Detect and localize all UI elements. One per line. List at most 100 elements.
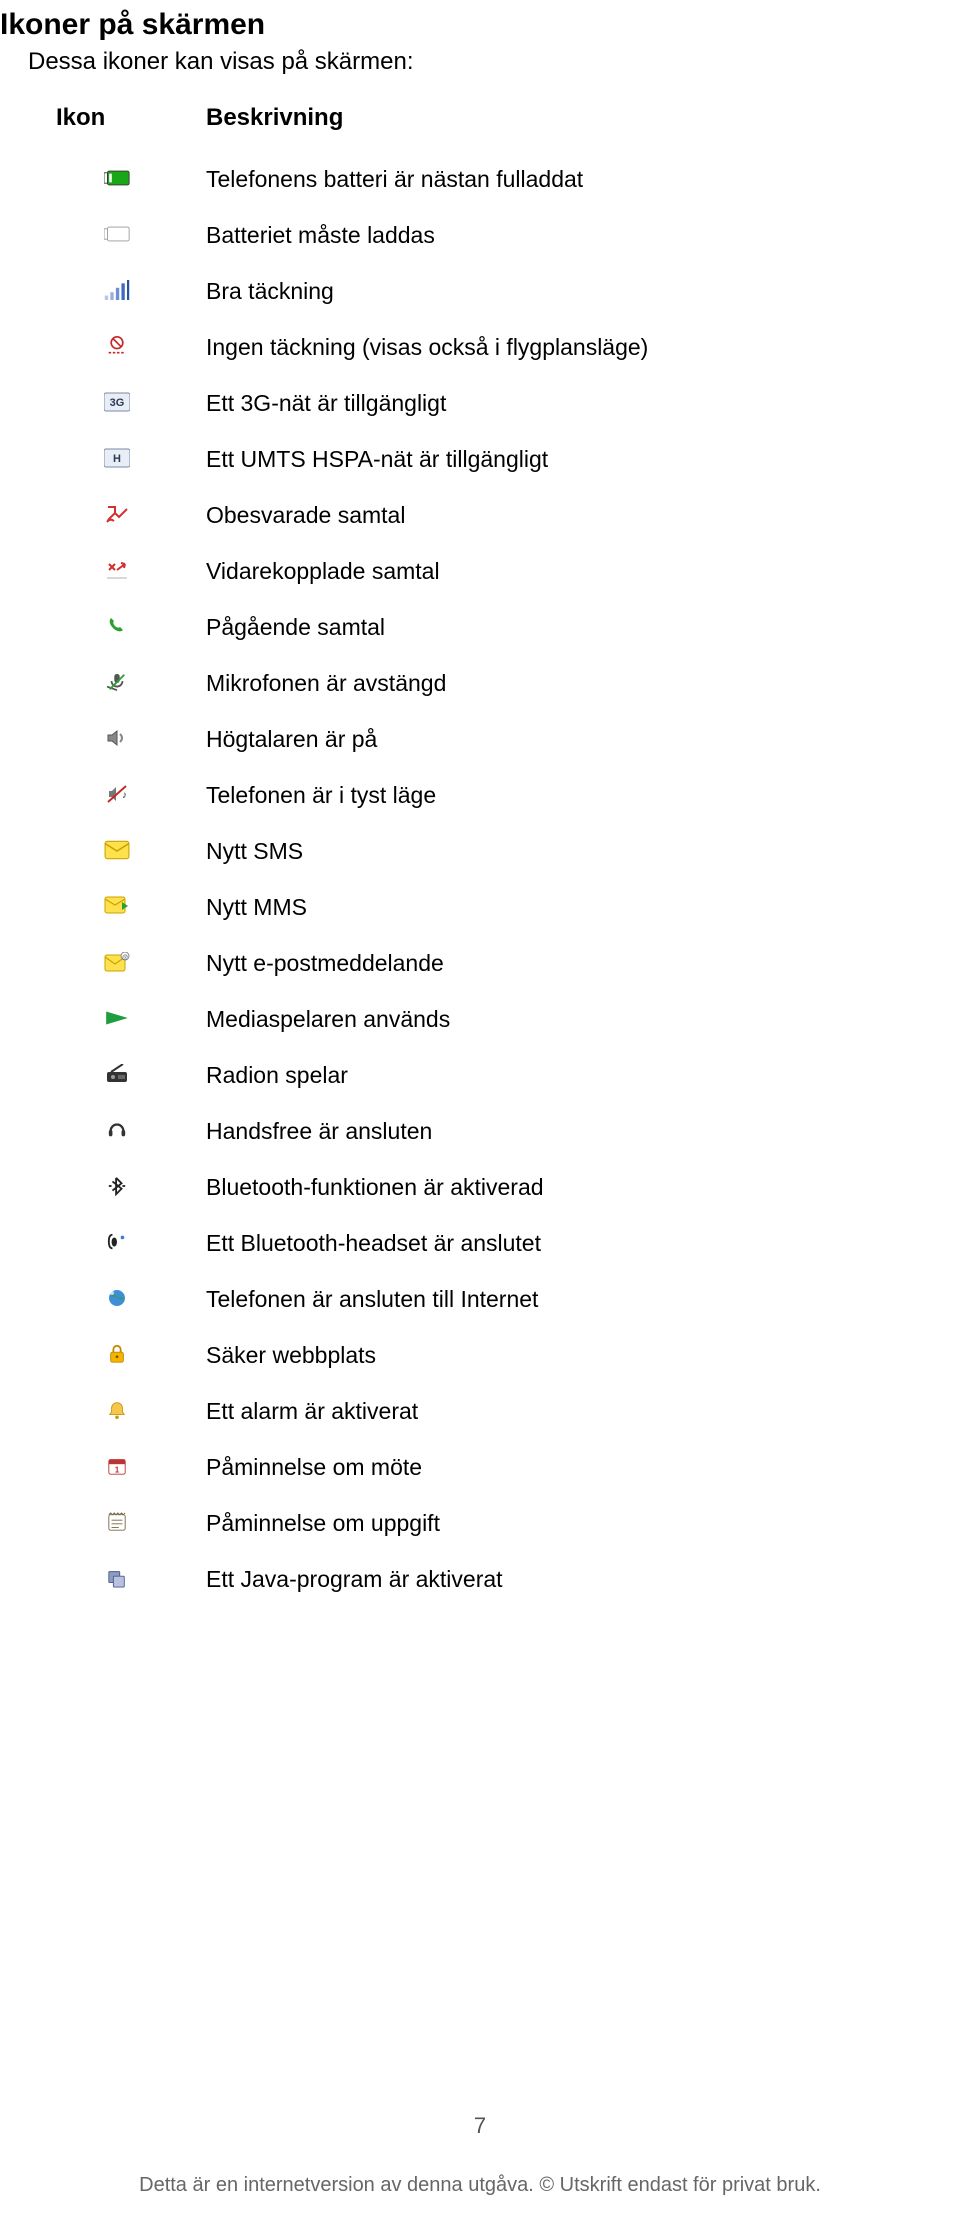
sms-icon [104,840,130,860]
desc-cell: Påminnelse om möte [206,1452,876,1483]
table-row: Mikrofonen är avstängd [56,660,876,708]
battery-full-icon [104,168,130,188]
task-alert-icon [104,1512,130,1532]
icon-cell [56,1064,206,1089]
desc-cell: Ett UMTS HSPA-nät är tillgängligt [206,444,876,475]
radio-icon [104,1064,130,1084]
icon-cell [56,952,206,977]
footer-note: Detta är en internetversion av denna utg… [0,2174,960,2197]
bluetooth-on-icon [104,1176,130,1196]
icon-cell [56,224,206,249]
desc-cell: Telefonen är ansluten till Internet [206,1284,876,1315]
table-row: Högtalaren är på [56,716,876,764]
icon-cell [56,1512,206,1537]
icon-cell [56,1176,206,1201]
icon-cell [56,1568,206,1593]
table-row: Ett Java-program är aktiverat [56,1556,876,1604]
desc-cell: Nytt SMS [206,836,876,867]
icon-cell [56,1120,206,1145]
icon-cell [56,616,206,641]
desc-cell: Ett Bluetooth-headset är anslutet [206,1228,876,1259]
calendar-alert-icon [104,1456,130,1476]
table-row: Bluetooth-funktionen är aktiverad [56,1164,876,1212]
icon-cell [56,504,206,529]
table-row: Nytt SMS [56,828,876,876]
badge-h-icon [104,448,130,468]
mic-muted-icon [104,672,130,692]
table-row: Säker webbplats [56,1332,876,1380]
table-row: Ett Bluetooth-headset är anslutet [56,1220,876,1268]
icon-cell [56,392,206,417]
icon-cell [56,280,206,305]
table-row: Ett UMTS HSPA-nät är tillgängligt [56,436,876,484]
icon-cell [56,1232,206,1257]
intro-text: Dessa ikoner kan visas på skärmen: [28,48,960,76]
table-row: Telefonens batteri är nästan fulladdat [56,156,876,204]
desc-cell: Batteriet måste laddas [206,220,876,251]
table-row: Pågående samtal [56,604,876,652]
table-row: Mediaspelaren används [56,996,876,1044]
forwarded-call-icon [104,560,130,580]
desc-cell: Bluetooth-funktionen är aktiverad [206,1172,876,1203]
speaker-icon [104,728,130,748]
icon-cell [56,1344,206,1369]
table-row: Ett 3G-nät är tillgängligt [56,380,876,428]
icon-cell [56,672,206,697]
desc-cell: Ett 3G-nät är tillgängligt [206,388,876,419]
table-row: Nytt MMS [56,884,876,932]
table-row: Ett alarm är aktiverat [56,1388,876,1436]
desc-cell: Högtalaren är på [206,724,876,755]
table-row: Telefonen är ansluten till Internet [56,1276,876,1324]
table-row: Radion spelar [56,1052,876,1100]
desc-cell: Handsfree är ansluten [206,1116,876,1147]
page-number: 7 [0,2113,960,2139]
desc-cell: Ett Java-program är aktiverat [206,1564,876,1595]
battery-empty-icon [104,224,130,244]
table-row: Handsfree är ansluten [56,1108,876,1156]
desc-cell: Nytt MMS [206,892,876,923]
col-header-desc: Beskrivning [206,104,876,132]
table-row: Nytt e-postmeddelande [56,940,876,988]
table-row: Påminnelse om uppgift [56,1500,876,1548]
mms-icon [104,896,130,916]
email-icon [104,952,130,972]
signal-bars-icon [104,280,130,300]
table-row: Bra täckning [56,268,876,316]
table-row: Ingen täckning (visas också i flygplansl… [56,324,876,372]
icon-cell [56,840,206,865]
table-row: Batteriet måste laddas [56,212,876,260]
table-row: Telefonen är i tyst läge [56,772,876,820]
table-row: Obesvarade samtal [56,492,876,540]
icon-cell [56,560,206,585]
desc-cell: Ingen täckning (visas också i flygplansl… [206,332,876,363]
icon-cell [56,896,206,921]
table-row: Påminnelse om möte [56,1444,876,1492]
icons-table: Ikon Beskrivning Telefonens batteri är n… [56,104,876,1604]
icon-cell [56,1400,206,1425]
desc-cell: Radion spelar [206,1060,876,1091]
java-app-icon [104,1568,130,1588]
desc-cell: Obesvarade samtal [206,500,876,531]
desc-cell: Bra täckning [206,276,876,307]
desc-cell: Mikrofonen är avstängd [206,668,876,699]
icon-cell [56,448,206,473]
desc-cell: Ett alarm är aktiverat [206,1396,876,1427]
table-header: Ikon Beskrivning [56,104,876,132]
icon-cell [56,784,206,809]
icon-cell [56,1008,206,1033]
internet-icon [104,1288,130,1308]
silent-mode-icon [104,784,130,804]
secure-site-icon [104,1344,130,1364]
desc-cell: Telefonen är i tyst läge [206,780,876,811]
icon-cell [56,728,206,753]
desc-cell: Vidarekopplade samtal [206,556,876,587]
document-page: Ikoner på skärmen Dessa ikoner kan visas… [0,0,960,2227]
media-player-icon [104,1008,130,1028]
table-row: Vidarekopplade samtal [56,548,876,596]
icon-cell [56,336,206,361]
missed-call-icon [104,504,130,524]
icon-cell [56,1288,206,1313]
desc-cell: Mediaspelaren används [206,1004,876,1035]
alarm-icon [104,1400,130,1420]
no-network-icon [104,336,130,356]
